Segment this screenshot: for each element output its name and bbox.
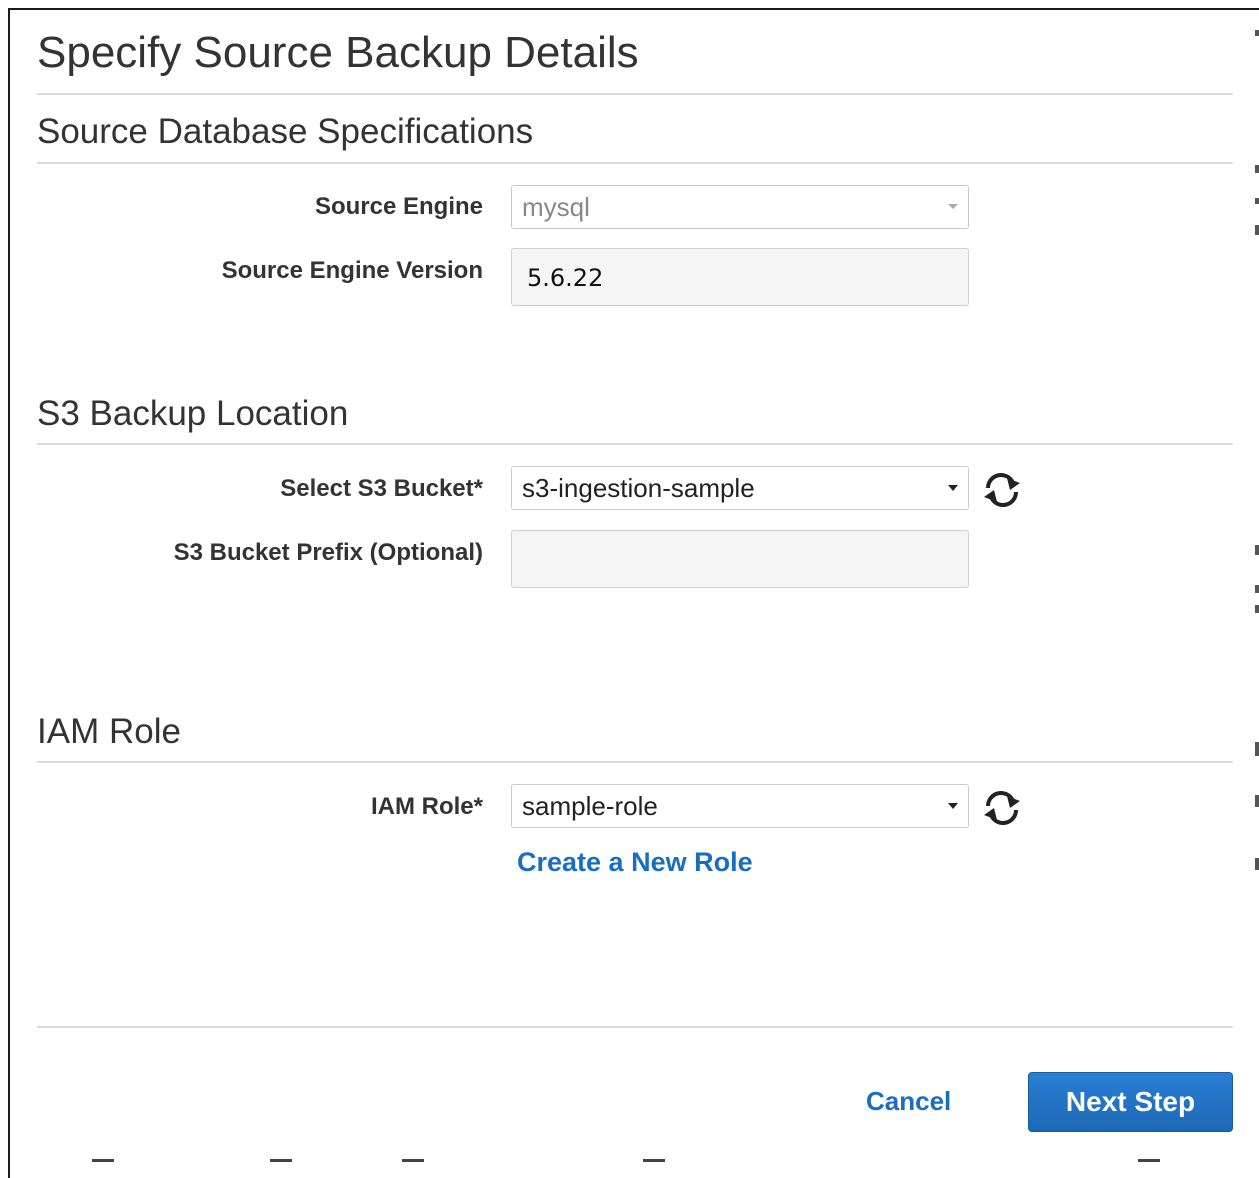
s3-bucket-select[interactable]: s3-ingestion-sample — [511, 466, 969, 510]
source-engine-version-label: Source Engine Version — [221, 257, 483, 284]
edge-mark — [1255, 198, 1259, 204]
source-engine-value: mysql — [522, 192, 590, 222]
create-new-role-link[interactable]: Create a New Role — [517, 847, 753, 878]
refresh-icon[interactable] — [980, 790, 1024, 826]
edge-mark — [1255, 742, 1259, 756]
edge-mark — [1255, 165, 1259, 173]
edge-mark — [1255, 30, 1259, 36]
edge-mark — [1255, 585, 1259, 593]
iam-role-value: sample-role — [522, 791, 658, 821]
s3-prefix-label: S3 Bucket Prefix (Optional) — [173, 539, 483, 566]
cancel-button[interactable]: Cancel — [866, 1086, 951, 1117]
divider — [37, 93, 1233, 95]
next-step-button[interactable]: Next Step — [1028, 1072, 1233, 1132]
edge-mark — [1255, 795, 1259, 807]
section-title-iam: IAM Role — [37, 712, 181, 751]
iam-role-label: IAM Role* — [370, 793, 483, 820]
chevron-down-icon — [948, 803, 958, 809]
s3-prefix-field[interactable] — [511, 530, 969, 588]
section-title-source-db: Source Database Specifications — [37, 112, 534, 151]
refresh-icon[interactable] — [980, 472, 1024, 508]
edge-mark — [1255, 858, 1259, 870]
divider — [37, 443, 1233, 445]
s3-bucket-value: s3-ingestion-sample — [522, 473, 755, 503]
edge-mark — [1255, 545, 1259, 555]
divider — [37, 162, 1233, 164]
section-title-s3: S3 Backup Location — [37, 394, 349, 433]
source-engine-label: Source Engine — [314, 193, 483, 220]
source-engine-version-field[interactable]: 5.6.22 — [511, 248, 969, 306]
edge-mark — [1255, 225, 1259, 235]
edge-mark — [1255, 605, 1259, 613]
divider — [37, 761, 1233, 763]
chevron-down-icon — [948, 204, 958, 209]
dialog-frame — [8, 8, 1259, 1178]
divider — [37, 1026, 1233, 1028]
s3-bucket-label: Select S3 Bucket* — [280, 475, 483, 502]
page-title: Specify Source Backup Details — [37, 28, 639, 77]
iam-role-select[interactable]: sample-role — [511, 784, 969, 828]
chevron-down-icon — [948, 485, 958, 491]
source-engine-select[interactable]: mysql — [511, 185, 969, 229]
